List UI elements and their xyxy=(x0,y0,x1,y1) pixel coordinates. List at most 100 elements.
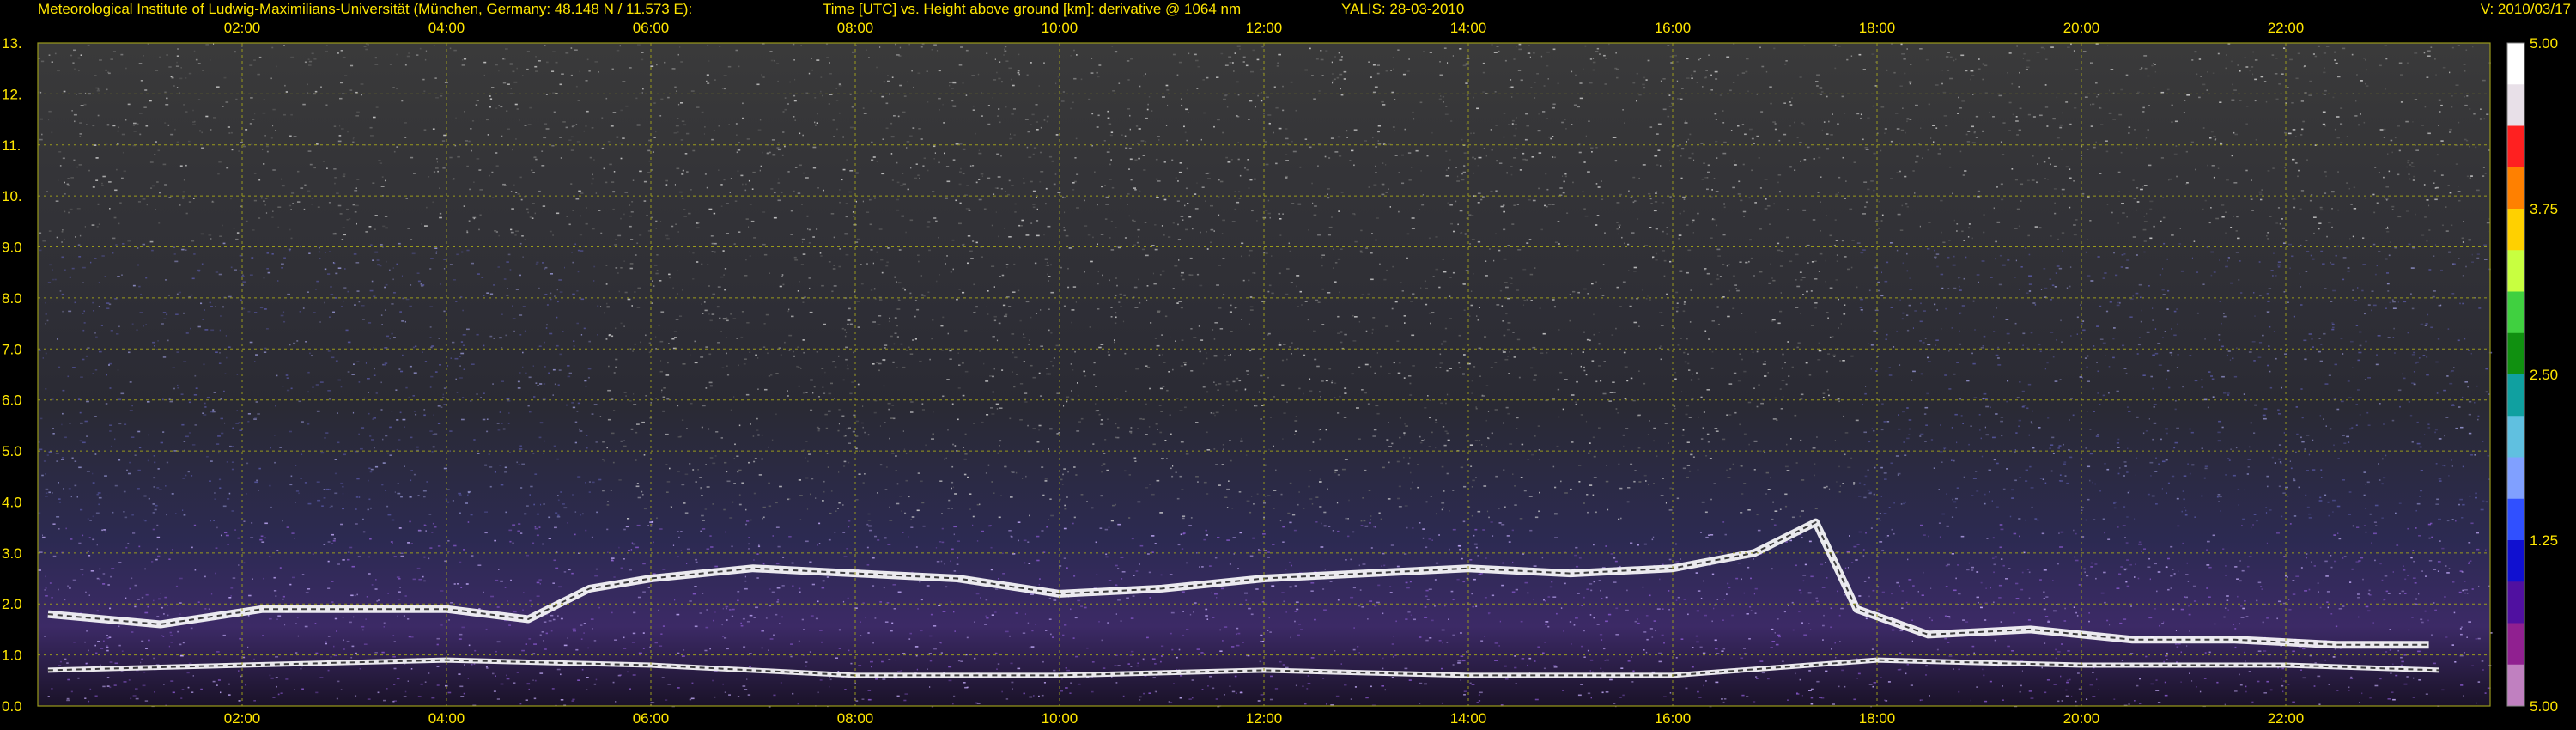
speckle-dot xyxy=(2212,72,2215,74)
speckle-dot xyxy=(726,352,727,355)
speckle-dot xyxy=(1576,249,1579,252)
speckle-dot xyxy=(677,556,679,557)
speckle-dot xyxy=(1376,601,1380,604)
speckle-dot xyxy=(457,583,459,585)
speckle-dot xyxy=(2292,593,2296,595)
speckle-dot xyxy=(932,191,935,192)
speckle-dot xyxy=(1110,316,1113,318)
speckle-dot xyxy=(877,492,878,494)
speckle-dot xyxy=(439,187,440,189)
speckle-dot xyxy=(1154,543,1157,544)
speckle-dot xyxy=(2247,466,2250,468)
speckle-dot xyxy=(335,272,338,275)
speckle-dot xyxy=(227,126,230,128)
speckle-dot xyxy=(2334,59,2336,61)
speckle-dot xyxy=(1998,584,2002,587)
speckle-dot xyxy=(2187,581,2190,582)
speckle-dot xyxy=(45,388,47,390)
speckle-dot xyxy=(1464,233,1467,235)
speckle-dot xyxy=(2166,492,2167,494)
speckle-dot xyxy=(1520,79,1523,82)
speckle-dot xyxy=(482,418,486,421)
speckle-dot xyxy=(505,511,507,514)
speckle-dot xyxy=(1637,414,1641,417)
speckle-dot xyxy=(2102,342,2106,344)
speckle-dot xyxy=(938,236,939,239)
speckle-dot xyxy=(214,492,216,494)
speckle-dot xyxy=(1237,158,1240,161)
speckle-dot xyxy=(595,678,598,681)
speckle-dot xyxy=(1819,252,1823,255)
speckle-dot xyxy=(337,680,340,683)
speckle-dot xyxy=(1115,564,1118,567)
speckle-dot xyxy=(2293,479,2296,482)
speckle-dot xyxy=(440,95,443,97)
speckle-dot xyxy=(822,580,825,582)
speckle-dot xyxy=(182,509,184,511)
speckle-dot xyxy=(80,54,82,56)
speckle-dot xyxy=(2308,517,2312,519)
speckle-dot xyxy=(699,612,702,614)
speckle-dot xyxy=(153,477,156,479)
speckle-dot xyxy=(2042,478,2044,480)
speckle-dot xyxy=(2460,633,2463,636)
speckle-dot xyxy=(552,92,556,94)
speckle-dot xyxy=(1832,336,1834,338)
speckle-dot xyxy=(2086,698,2088,700)
speckle-dot xyxy=(2150,375,2153,378)
speckle-dot xyxy=(853,351,855,354)
speckle-dot xyxy=(1389,592,1393,593)
speckle-dot xyxy=(909,219,914,222)
speckle-dot xyxy=(909,632,912,635)
speckle-dot xyxy=(1534,374,1537,376)
speckle-dot xyxy=(1516,204,1519,205)
speckle-dot xyxy=(702,593,704,594)
speckle-dot xyxy=(1337,315,1340,318)
speckle-dot xyxy=(2320,209,2324,211)
speckle-dot xyxy=(1593,544,1595,546)
speckle-dot xyxy=(526,505,529,507)
speckle-dot xyxy=(1718,550,1722,552)
speckle-dot xyxy=(1552,596,1557,598)
speckle-dot xyxy=(242,307,246,310)
speckle-dot xyxy=(337,441,340,444)
speckle-dot xyxy=(733,396,735,398)
speckle-dot xyxy=(1722,648,1726,650)
speckle-dot xyxy=(301,688,304,690)
speckle-dot xyxy=(2018,129,2021,131)
speckle-dot xyxy=(991,481,993,483)
speckle-dot xyxy=(2348,397,2352,398)
speckle-dot xyxy=(181,423,185,426)
speckle-dot xyxy=(2066,482,2069,484)
speckle-dot xyxy=(2202,83,2206,86)
speckle-dot xyxy=(871,141,873,143)
speckle-dot xyxy=(317,206,320,208)
speckle-dot xyxy=(1865,532,1867,534)
speckle-dot xyxy=(2366,481,2370,484)
speckle-dot xyxy=(642,648,645,649)
speckle-dot xyxy=(2470,560,2472,562)
speckle-dot xyxy=(972,515,975,518)
speckle-dot xyxy=(334,182,336,185)
speckle-dot xyxy=(1444,113,1449,115)
speckle-dot xyxy=(1222,131,1224,134)
speckle-dot xyxy=(1301,304,1303,306)
speckle-dot xyxy=(659,115,662,117)
speckle-dot xyxy=(489,95,491,97)
speckle-dot xyxy=(62,389,65,392)
speckle-dot xyxy=(307,391,309,393)
speckle-dot xyxy=(2149,237,2153,240)
speckle-dot xyxy=(1459,548,1461,551)
speckle-dot xyxy=(933,145,936,148)
speckle-dot xyxy=(383,626,385,628)
speckle-dot xyxy=(2011,168,2014,170)
speckle-dot xyxy=(665,464,668,465)
speckle-dot xyxy=(782,557,785,558)
speckle-dot xyxy=(64,269,66,271)
speckle-dot xyxy=(776,587,781,589)
speckle-dot xyxy=(2369,513,2372,515)
speckle-dot xyxy=(641,52,644,53)
speckle-dot xyxy=(582,513,584,515)
speckle-dot xyxy=(290,209,292,210)
speckle-dot xyxy=(757,388,759,390)
